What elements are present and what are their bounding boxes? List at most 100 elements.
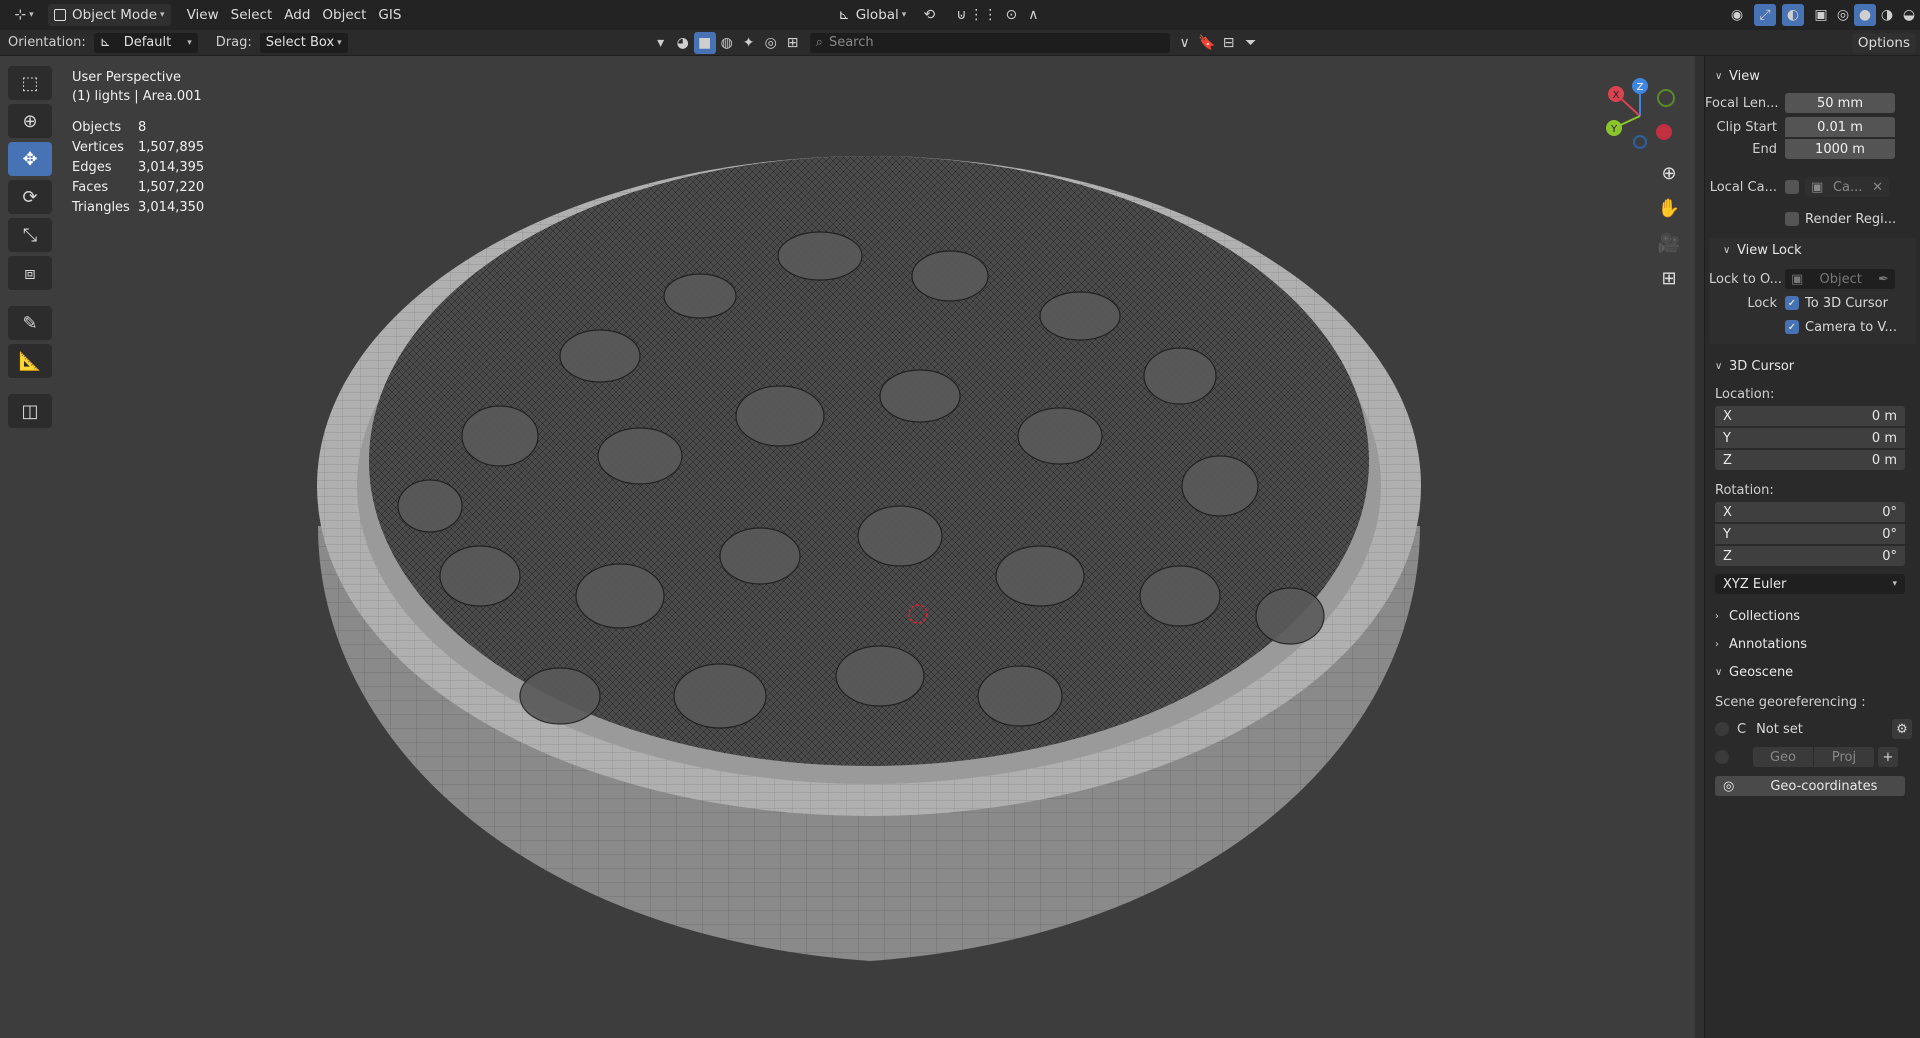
xray-icon[interactable]: ▣ [1810,4,1832,26]
crs-radio[interactable] [1715,722,1729,736]
collapse-icon[interactable]: ▾ [650,32,672,54]
add-icon[interactable]: + [1878,747,1898,767]
light-filter-icon[interactable]: ✦ [738,32,760,54]
gizmo-toggle-icon[interactable]: ⤢ [1754,4,1776,26]
cursor-rotation-x[interactable]: X 0° [1715,502,1905,522]
world-filter-icon[interactable]: ◎ [760,32,782,54]
snap-target-icon[interactable]: ⋮⋮ [969,4,997,26]
camera-view-icon[interactable]: 🎥 [1654,228,1684,258]
clear-icon[interactable]: ✕ [1872,180,1883,195]
annotate-tool-icon[interactable]: ✎ [8,306,52,340]
rendered-shading-icon[interactable]: ◒ [1898,4,1920,26]
scale-tool-icon[interactable]: ⤡ [8,218,52,252]
proj-button[interactable]: Proj [1814,747,1874,767]
menu-object[interactable]: Object [316,4,372,26]
collections-panel-header[interactable]: › Collections [1705,604,1920,628]
eyedropper-icon[interactable]: ✒ [1878,272,1889,287]
transform-orientation-dropdown[interactable]: ⊾ Global ▾ [832,4,912,26]
editor-type-icon[interactable]: ⊹ ▾ [8,4,40,26]
pivot-point-icon[interactable]: ⟲ [918,4,940,26]
clip-end-field[interactable]: 1000 m [1785,139,1895,159]
scene-filter-icon[interactable]: ⊞ [782,32,804,54]
lock-to-object-row: Lock to O... ▣ Object ✒ [1709,268,1916,290]
ortho-grid-icon[interactable]: ⊞ [1654,263,1684,293]
search-input[interactable]: ⌕ Search [809,32,1170,53]
transform-tool-icon[interactable]: ⧈ [8,256,52,290]
lock-to-object-field[interactable]: ▣ Object ✒ [1785,269,1895,289]
stat-value: 3,014,350 [138,200,205,215]
render-region-checkbox[interactable] [1785,212,1799,226]
measure-tool-icon[interactable]: 📐 [8,344,52,378]
color-picker-icon[interactable]: ◕ [672,32,694,54]
geo-button[interactable]: Geo [1753,747,1813,767]
focal-length-field[interactable]: 50 mm [1785,93,1895,113]
orientation-dropdown[interactable]: ⊾ Default ▾ [93,32,198,53]
zoom-icon[interactable]: ⊕ [1654,158,1684,188]
navigation-gizmo[interactable]: Z X Y [1600,76,1680,156]
material-shading-icon[interactable]: ◑ [1876,4,1898,26]
select-box-tool-icon[interactable]: ⬚ [8,66,52,100]
cursor-tool-icon[interactable]: ⊕ [8,104,52,138]
annotations-panel-header[interactable]: › Annotations [1705,632,1920,656]
axis-label: Z [1723,548,1732,564]
menu-view[interactable]: View [181,4,225,26]
mesh-filter-icon[interactable]: ◍ [716,32,738,54]
lock-cursor-row: Lock ✓ To 3D Cursor [1709,292,1916,314]
sort-icon[interactable]: ⊟ [1218,32,1240,54]
cursor-rotation-z[interactable]: Z 0° [1715,546,1905,566]
cursor-location-y[interactable]: Y 0 m [1715,428,1905,448]
rotate-tool-icon[interactable]: ⟳ [8,180,52,214]
filter-dropdown-icon[interactable]: ∨ [1174,32,1196,54]
view-name: User Perspective [72,70,182,85]
move-tool-icon[interactable]: ✥ [8,142,52,176]
cursor-location-z[interactable]: Z 0 m [1715,450,1905,470]
gear-icon[interactable]: ⚙ [1892,719,1912,739]
geo-coordinates-button[interactable]: ◎ Geo-coordinates [1715,776,1905,796]
to-3d-cursor-label: To 3D Cursor [1805,295,1888,311]
view-panel-header[interactable]: ∨ View [1705,64,1920,88]
geoscene-panel-header[interactable]: ∨ Geoscene [1705,660,1920,684]
y-axis-label: Y [1610,124,1618,135]
3d-cursor-panel-header[interactable]: ∨ 3D Cursor [1705,354,1920,378]
camera-to-view-checkbox[interactable]: ✓ [1785,320,1799,334]
lock-to-object-placeholder: Object [1819,271,1862,287]
mode-selector[interactable]: Object Mode ▾ [48,4,171,26]
cursor-location-x[interactable]: X 0 m [1715,406,1905,426]
local-camera-checkbox[interactable] [1785,180,1799,194]
3d-viewport[interactable] [0,56,1695,1038]
view-lock-header[interactable]: ∨ View Lock [1709,238,1916,262]
proportional-edit-icon[interactable]: ⊙ [1000,4,1022,26]
falloff-icon[interactable]: ∧ [1022,4,1044,26]
tool-settings-bar: Orientation: ⊾ Default ▾ Drag: Select Box… [0,30,1920,56]
wireframe-shading-icon[interactable]: ◎ [1832,4,1854,26]
visibility-icon[interactable]: ◉ [1726,4,1748,26]
menu-select[interactable]: Select [225,4,279,26]
drag-dropdown[interactable]: Select Box ▾ [259,32,348,53]
menu-gis[interactable]: GIS [372,4,407,26]
crs-value: Not set [1756,721,1803,737]
rotation-mode-dropdown[interactable]: XYZ Euler ▾ [1715,574,1905,594]
solid-shading-icon[interactable]: ● [1854,4,1876,26]
to-3d-cursor-checkbox[interactable]: ✓ [1785,296,1799,310]
stat-value: 1,507,220 [138,180,205,195]
geo-radio[interactable] [1715,750,1729,764]
menu-add[interactable]: Add [278,4,316,26]
local-camera-field[interactable]: ▣ Ca... ✕ [1805,177,1889,197]
object-filter-icon[interactable]: ■ [693,31,716,54]
geo-coordinates-label: Geo-coordinates [1770,778,1878,794]
pan-hand-icon[interactable]: ✋ [1654,193,1684,223]
neg-y-axis-handle[interactable] [1657,89,1675,107]
options-button[interactable]: Options [1851,32,1916,53]
axis-label: X [1723,504,1732,520]
neg-x-axis-handle[interactable] [1656,124,1672,140]
local-camera-label: Local Ca... [1709,179,1777,195]
bowl-render [317,156,1421,961]
cursor-rotation-y[interactable]: Y 0° [1715,524,1905,544]
add-cube-tool-icon[interactable]: ◫ [8,394,52,428]
clip-start-field[interactable]: 0.01 m [1785,117,1895,137]
funnel-icon[interactable]: ⏷ [1240,32,1262,54]
bookmark-icon[interactable]: 🔖 [1196,32,1218,54]
overlay-toggle-icon[interactable]: ◐ [1782,4,1804,26]
neg-z-axis-handle[interactable] [1633,135,1647,149]
properties-sidebar: ∨ View Focal Len... 50 mm Clip Start 0.0… [1704,56,1920,1038]
